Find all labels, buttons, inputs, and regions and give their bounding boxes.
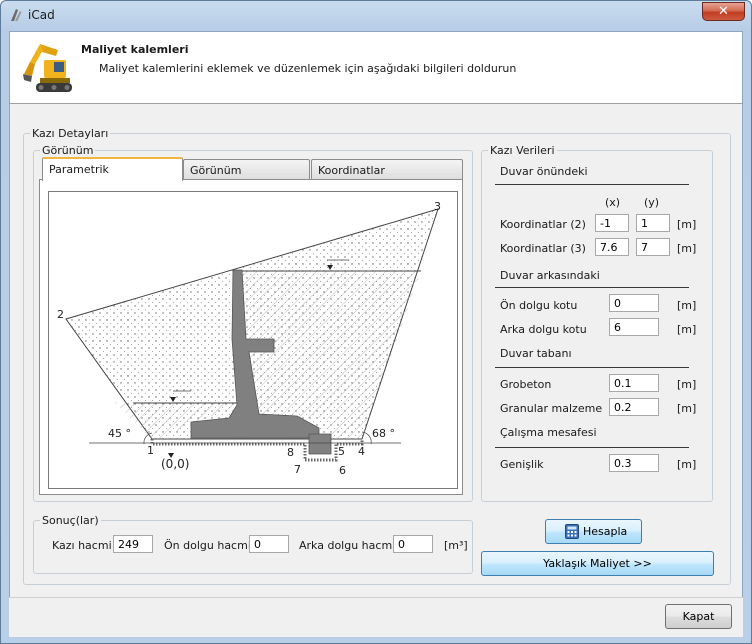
kazi-detaylari-legend: Kazı Detayları: [30, 127, 111, 140]
app-logo-icon: [11, 9, 22, 21]
header-title: Maliyet kalemleri: [81, 43, 189, 56]
calisma-mesafesi-label: Çalışma mesafesi: [500, 426, 597, 439]
diagram-point-7: 7: [294, 463, 301, 476]
diagram-origin-label: (0,0): [161, 457, 189, 471]
duvar-arkasindaki-divider: [495, 287, 689, 288]
diagram-point-4: 4: [358, 445, 365, 458]
excavation-diagram: 2 3 1 8 5 4 6 7 (0,0) 45 ° 68 °: [48, 191, 458, 489]
grobeton-label: Grobeton: [500, 378, 552, 391]
dialog-header: Maliyet kalemleri Maliyet kalemlerini ek…: [10, 32, 742, 104]
tab-parametrik-label: Parametrik: [49, 163, 109, 176]
excavator-icon: [23, 44, 72, 92]
on-dolgu-hacmi-output[interactable]: [249, 535, 289, 553]
duvar-onundeki-label: Duvar önündeki: [500, 165, 588, 178]
on-dolgu-kotu-input[interactable]: [609, 294, 659, 312]
arka-dolgu-kotu-label: Arka dolgu kotu: [500, 323, 587, 336]
duvar-tabani-divider: [495, 367, 689, 368]
arka-dolgu-hacmi-label: Arka dolgu hacmi: [299, 539, 396, 552]
on-dolgu-kotu-label: Ön dolgu kotu: [500, 299, 578, 312]
arka-dolgu-kotu-input[interactable]: [609, 318, 659, 336]
kapat-label: Kapat: [682, 610, 715, 623]
tab-koordinatlar-label: Koordinatlar: [318, 164, 385, 177]
excavation-diagram-svg: 2 3 1 8 5 4 6 7 (0,0) 45 ° 68 °: [57, 200, 441, 477]
tab-gorunum-label: Görünüm: [190, 164, 242, 177]
koordinatlar-3-y-input[interactable]: [636, 238, 670, 256]
koordinatlar-3-unit: [m]: [677, 242, 697, 255]
close-icon: ✕: [718, 4, 729, 19]
gorunum-legend: Görünüm: [40, 144, 96, 157]
kazi-hacmi-output[interactable]: [113, 535, 153, 553]
calculator-icon: [565, 524, 579, 539]
diagram-angle-right: 68 °: [372, 427, 395, 440]
kazi-verileri-legend: Kazı Verileri: [488, 144, 557, 157]
diagram-point-2: 2: [57, 308, 64, 321]
base-key: [308, 433, 332, 455]
sonuclar-legend: Sonuç(lar): [40, 514, 101, 527]
duvar-arkasindaki-label: Duvar arkasındaki: [500, 269, 600, 282]
volume-unit: [m³]: [444, 539, 468, 552]
genislik-label: Genişlik: [500, 458, 544, 471]
granular-malzeme-label: Granular malzeme: [500, 402, 603, 415]
duvar-onundeki-divider: [495, 184, 689, 185]
yaklasik-maliyet-button[interactable]: Yaklaşık Maliyet >>: [481, 551, 714, 576]
koordinatlar-2-unit: [m]: [677, 218, 697, 231]
tab-gorunum[interactable]: Görünüm: [183, 159, 310, 181]
diagram-point-5: 5: [338, 445, 345, 458]
col-y-header: (y): [644, 196, 660, 209]
grobeton-input[interactable]: [609, 374, 659, 392]
col-x-header: (x): [605, 196, 621, 209]
genislik-unit: [m]: [677, 458, 697, 471]
tab-koordinatlar[interactable]: Koordinatlar: [311, 159, 463, 181]
diagram-point-8: 8: [287, 446, 294, 459]
yaklasik-maliyet-label: Yaklaşık Maliyet >>: [543, 557, 652, 570]
title-bar: iCad ✕: [1, 1, 751, 29]
header-subtitle: Maliyet kalemlerini eklemek ve düzenleme…: [99, 62, 517, 75]
on-dolgu-kotu-unit: [m]: [677, 299, 697, 312]
kazi-hacmi-label: Kazı hacmi: [52, 539, 112, 552]
tab-parametrik[interactable]: Parametrik: [42, 157, 183, 181]
arka-dolgu-kotu-unit: [m]: [677, 323, 697, 336]
genislik-input[interactable]: [609, 454, 659, 472]
arka-dolgu-hacmi-output[interactable]: [393, 535, 433, 553]
granular-malzeme-unit: [m]: [677, 402, 697, 415]
koordinatlar-3-x-input[interactable]: [595, 238, 629, 256]
calisma-mesafesi-divider: [495, 447, 689, 448]
app-window: iCad ✕ Maliyet kalemleri Maliyet kalemle…: [0, 0, 752, 644]
koordinatlar-2-y-input[interactable]: [636, 214, 670, 232]
duvar-tabani-label: Duvar tabanı: [500, 347, 572, 360]
koordinatlar-2-x-input[interactable]: [595, 214, 629, 232]
window-close-button[interactable]: ✕: [702, 2, 745, 21]
window-title: iCad: [28, 8, 55, 22]
diagram-point-6: 6: [339, 464, 346, 477]
grobeton-unit: [m]: [677, 378, 697, 391]
granular-malzeme-input[interactable]: [609, 398, 659, 416]
hesapla-button[interactable]: Hesapla: [545, 519, 642, 544]
diagram-point-1: 1: [147, 444, 154, 457]
koordinatlar-3-label: Koordinatlar (3): [500, 242, 586, 255]
diagram-point-3: 3: [434, 200, 441, 213]
back-fill-area: [237, 271, 421, 439]
diagram-angle-left: 45 °: [108, 427, 131, 440]
koordinatlar-2-label: Koordinatlar (2): [500, 218, 586, 231]
hesapla-label: Hesapla: [583, 525, 628, 538]
on-dolgu-hacmi-label: Ön dolgu hacmi: [164, 539, 251, 552]
kapat-button[interactable]: Kapat: [665, 604, 732, 629]
dialog-footer: [9, 597, 743, 637]
